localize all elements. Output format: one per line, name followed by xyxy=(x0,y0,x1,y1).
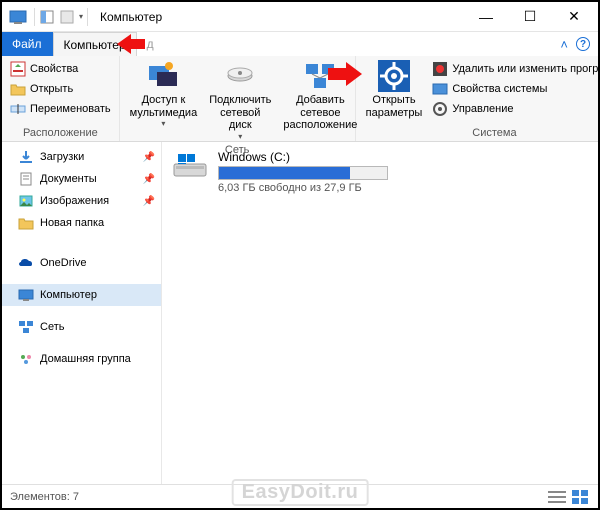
nav-item-new-folder[interactable]: Новая папка xyxy=(2,212,161,234)
separator xyxy=(87,8,88,26)
ribbon-help: ˄ ? xyxy=(552,32,598,56)
ribbon-group-network: Доступ к мультимедиа▾ Подключить сетевой… xyxy=(120,56,356,141)
rename-icon xyxy=(10,101,26,117)
view-tiles-icon[interactable] xyxy=(572,490,590,504)
label: Компьютер xyxy=(40,289,97,301)
label: Свойства xyxy=(30,63,78,75)
separator xyxy=(34,8,35,26)
drive-icon xyxy=(224,60,256,92)
ribbon-tabs: Файл Компьютер д ˄ ? xyxy=(2,32,598,56)
onedrive-icon xyxy=(18,255,34,271)
pin-icon: 📌 xyxy=(143,196,155,207)
label: Доступ к мультимедиа xyxy=(130,94,198,119)
folder-icon xyxy=(18,215,34,231)
status-bar: Элементов: 7 xyxy=(2,484,598,508)
window-title: Компьютер xyxy=(100,10,162,24)
group-label: Расположение xyxy=(6,126,115,140)
drive-name: Windows (C:) xyxy=(218,150,388,164)
network-icon xyxy=(18,319,34,335)
map-drive-button[interactable]: Подключить сетевой диск▾ xyxy=(203,58,277,143)
label: Домашняя группа xyxy=(40,353,131,365)
label: Открыть параметры xyxy=(366,94,423,119)
manage-icon xyxy=(432,101,448,117)
nav-item-computer[interactable]: Компьютер xyxy=(2,284,161,306)
ribbon-group-system: Открыть параметры Удалить или изменить п… xyxy=(356,56,600,141)
drive-free-text: 6,03 ГБ свободно из 27,9 ГБ xyxy=(218,182,388,194)
rename-button[interactable]: Переименовать xyxy=(8,100,113,118)
ribbon-collapse-icon[interactable]: ˄ xyxy=(560,37,568,52)
label: Новая папка xyxy=(40,217,104,229)
tab-obscured[interactable]: д xyxy=(137,32,165,56)
tab-file[interactable]: Файл xyxy=(2,32,53,56)
system-icon[interactable] xyxy=(6,5,30,29)
label: Удалить или изменить программу xyxy=(452,63,600,75)
titlebar: ▾ Компьютер — ☐ ✕ xyxy=(2,2,598,32)
uninstall-button[interactable]: Удалить или изменить программу xyxy=(430,60,600,78)
content-pane: Windows (C:) 6,03 ГБ свободно из 27,9 ГБ xyxy=(162,142,598,484)
view-details-icon[interactable] xyxy=(548,490,566,504)
label: Документы xyxy=(40,173,97,185)
quick-access-toolbar: ▾ xyxy=(39,9,83,25)
documents-icon xyxy=(18,171,34,187)
label: Открыть xyxy=(30,83,73,95)
homegroup-icon xyxy=(18,351,34,367)
ribbon: Свойства Открыть Переименовать Расположе… xyxy=(2,56,598,142)
label: Добавить сетевое расположение xyxy=(283,94,357,132)
drive-icon xyxy=(172,150,208,186)
open-settings-button[interactable]: Открыть параметры xyxy=(360,58,429,121)
nav-item-pictures[interactable]: Изображения 📌 xyxy=(2,190,161,212)
navigation-pane: Загрузки 📌 Документы 📌 Изображения 📌 Новая … xyxy=(2,142,162,484)
label: Переименовать xyxy=(30,103,111,115)
nav-item-downloads[interactable]: Загрузки 📌 xyxy=(2,146,161,168)
properties-button[interactable]: Свойства xyxy=(8,60,113,78)
drive-usage-bar xyxy=(218,166,388,180)
workspace: Загрузки 📌 Документы 📌 Изображения 📌 Новая … xyxy=(2,142,598,484)
window-controls: — ☐ ✕ xyxy=(464,3,596,31)
minimize-button[interactable]: — xyxy=(464,3,508,31)
pictures-icon xyxy=(18,193,34,209)
qat-item-icon[interactable] xyxy=(39,9,55,25)
pin-icon: 📌 xyxy=(143,152,155,163)
pin-icon: 📌 xyxy=(143,174,155,185)
nav-item-homegroup[interactable]: Домашняя группа xyxy=(2,348,161,370)
label: Загрузки xyxy=(40,151,84,163)
status-elements-count: Элементов: 7 xyxy=(10,491,79,503)
properties-icon xyxy=(10,61,26,77)
downloads-icon xyxy=(18,149,34,165)
label: Управление xyxy=(452,103,513,115)
group-label: Система xyxy=(360,126,600,140)
nav-item-onedrive[interactable]: OneDrive xyxy=(2,252,161,274)
manage-button[interactable]: Управление xyxy=(430,100,600,118)
label: OneDrive xyxy=(40,257,86,269)
nav-item-network[interactable]: Сеть xyxy=(2,316,161,338)
label: Изображения xyxy=(40,195,109,207)
label: Подключить сетевой диск xyxy=(209,94,271,132)
drive-usage-fill xyxy=(219,167,350,179)
qat-item-icon[interactable] xyxy=(59,9,75,25)
uninstall-icon xyxy=(432,61,448,77)
label: Свойства системы xyxy=(452,83,547,95)
media-icon xyxy=(147,60,179,92)
nav-item-documents[interactable]: Документы 📌 xyxy=(2,168,161,190)
annotation-arrow-icon xyxy=(328,62,362,86)
open-button[interactable]: Открыть xyxy=(8,80,113,98)
help-icon[interactable]: ? xyxy=(576,37,590,51)
qat-dropdown-icon[interactable]: ▾ xyxy=(79,12,83,21)
drive-item[interactable]: Windows (C:) 6,03 ГБ свободно из 27,9 ГБ xyxy=(172,150,588,194)
computer-icon xyxy=(18,287,34,303)
ribbon-group-location: Свойства Открыть Переименовать Расположе… xyxy=(2,56,120,141)
chevron-down-icon: ▾ xyxy=(238,132,242,141)
media-access-button[interactable]: Доступ к мультимедиа▾ xyxy=(124,58,204,130)
maximize-button[interactable]: ☐ xyxy=(508,3,552,31)
chevron-down-icon: ▾ xyxy=(161,119,165,128)
close-button[interactable]: ✕ xyxy=(552,3,596,31)
sys-props-icon xyxy=(432,81,448,97)
sys-props-button[interactable]: Свойства системы xyxy=(430,80,600,98)
settings-gear-icon xyxy=(378,60,410,92)
open-icon xyxy=(10,81,26,97)
label: Сеть xyxy=(40,321,64,333)
